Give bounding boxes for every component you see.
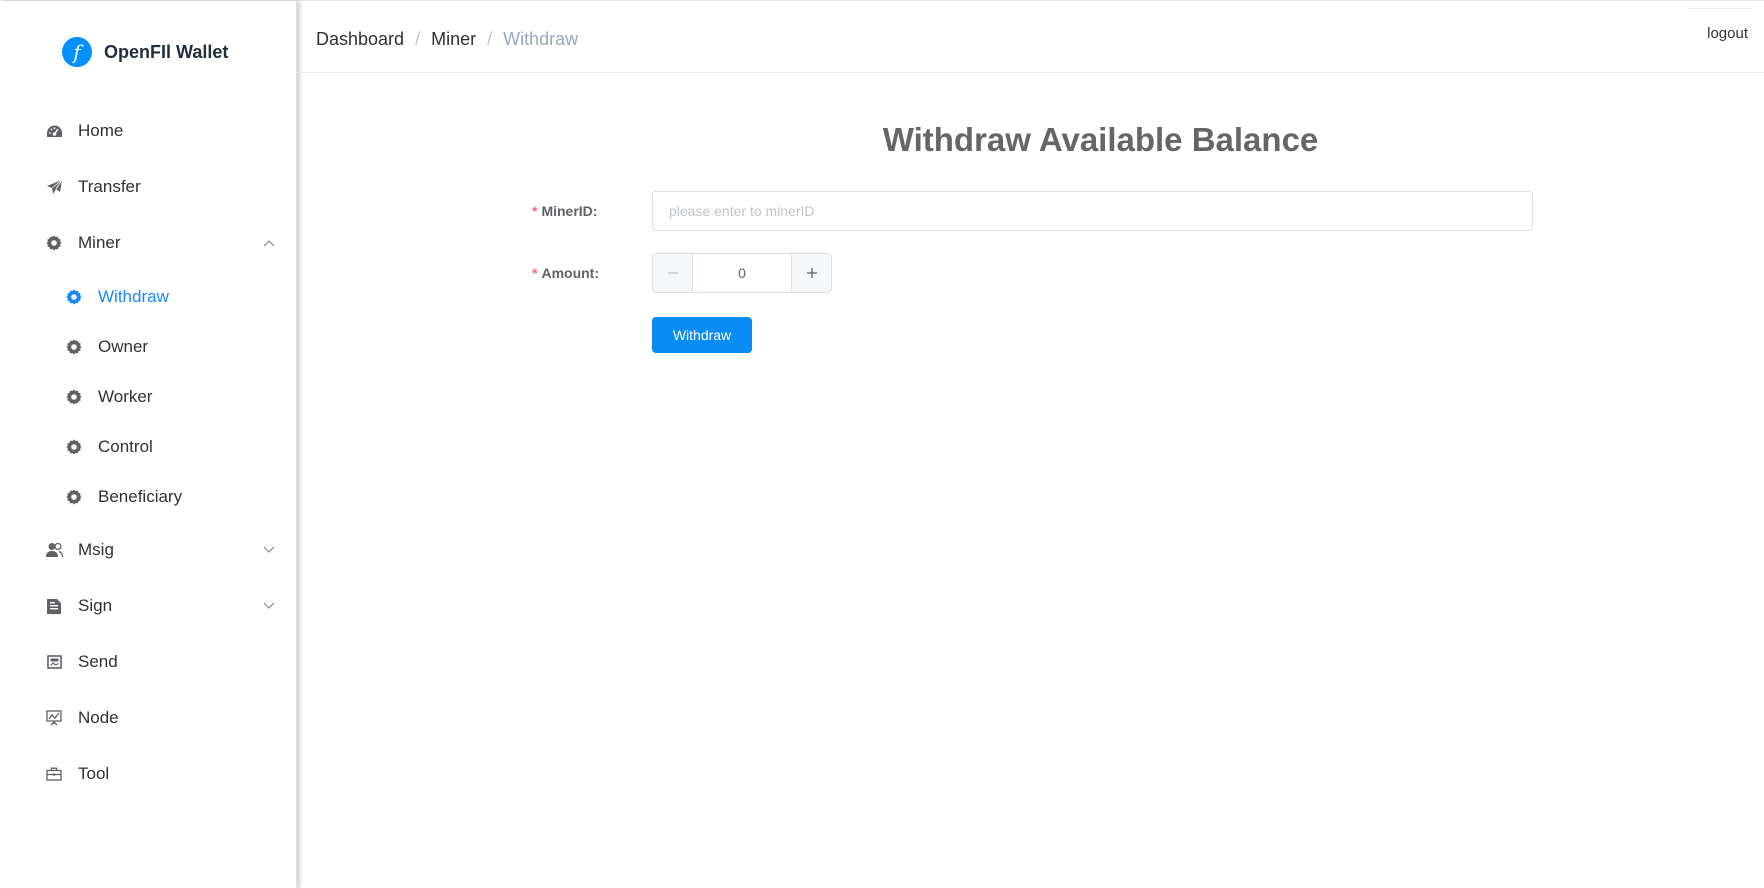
withdraw-button[interactable]: Withdraw: [652, 317, 752, 353]
sidebar-item-label: Sign: [78, 596, 113, 615]
top-navbar: Dashboard / Miner / Withdraw logout: [297, 1, 1764, 73]
breadcrumb-separator: /: [415, 29, 421, 49]
sidebar-item-label: Send: [78, 652, 118, 671]
document-icon: [45, 597, 63, 615]
brand-name: OpenFIl Wallet: [104, 41, 229, 62]
toolbox-icon: [45, 765, 63, 783]
amount-stepper: 0: [652, 253, 832, 293]
sidebar-item-send[interactable]: Send: [0, 634, 297, 690]
image-card-icon: [45, 653, 63, 671]
sidebar-item-label: Withdraw: [98, 287, 169, 306]
amount-value[interactable]: 0: [693, 254, 791, 292]
sidebar-item-sign[interactable]: Sign: [0, 578, 297, 634]
chevron-down-icon: [262, 543, 276, 557]
sidebar-item-home[interactable]: Home: [0, 103, 297, 159]
sidebar-subitem-withdraw[interactable]: Withdraw: [0, 272, 297, 322]
gear-icon: [65, 288, 83, 306]
required-mark: *: [532, 203, 538, 219]
chevron-up-icon: [262, 236, 276, 250]
paper-plane-icon: [45, 178, 63, 196]
sidebar-item-label: Control: [98, 437, 153, 456]
amount-label: * Amount:: [532, 265, 599, 281]
gear-icon: [45, 234, 63, 252]
breadcrumb-separator: /: [487, 29, 493, 49]
sidebar-item-miner[interactable]: Miner: [0, 215, 297, 271]
minerid-label: * MinerID:: [532, 203, 597, 219]
dashboard-icon: [45, 122, 63, 140]
required-mark: *: [532, 265, 538, 281]
gear-icon: [65, 488, 83, 506]
minerid-input[interactable]: [652, 191, 1533, 231]
gear-icon: [65, 338, 83, 356]
sidebar-subitem-beneficiary[interactable]: Beneficiary: [0, 472, 297, 522]
sidebar-item-msig[interactable]: Msig: [0, 522, 297, 578]
sidebar-item-label: Miner: [78, 233, 121, 252]
brand[interactable]: f OpenFIl Wallet: [62, 37, 228, 67]
page-title: Withdraw Available Balance: [882, 121, 1319, 158]
sidebar-item-tool[interactable]: Tool: [0, 746, 297, 802]
minerid-label-text: MinerID:: [541, 203, 598, 219]
sidebar-item-label: Worker: [98, 387, 153, 406]
chevron-down-icon: [262, 599, 276, 613]
breadcrumb: Dashboard / Miner / Withdraw: [316, 29, 578, 50]
breadcrumb-miner[interactable]: Miner: [431, 29, 476, 50]
breadcrumb-withdraw: Withdraw: [503, 29, 579, 49]
sidebar: f OpenFIl Wallet Home Transfer Miner Wit…: [0, 1, 297, 888]
sidebar-subitem-control[interactable]: Control: [0, 422, 297, 472]
sidebar-item-label: Node: [78, 708, 119, 727]
sidebar-item-label: Tool: [78, 764, 110, 783]
sidebar-subitem-worker[interactable]: Worker: [0, 372, 297, 422]
breadcrumb-dashboard[interactable]: Dashboard: [316, 29, 404, 50]
amount-label-text: Amount:: [541, 265, 599, 281]
sidebar-item-node[interactable]: Node: [0, 690, 297, 746]
decrement-button[interactable]: [653, 254, 693, 292]
minus-icon: [667, 272, 678, 274]
sidebar-item-label: Beneficiary: [98, 487, 183, 506]
sidebar-item-label: Home: [78, 121, 124, 140]
plus-icon: [806, 268, 817, 278]
sidebar-item-label: Transfer: [78, 177, 141, 196]
users-icon: [45, 541, 63, 559]
increment-button[interactable]: [791, 254, 831, 292]
gear-icon: [65, 388, 83, 406]
sidebar-item-transfer[interactable]: Transfer: [0, 159, 297, 215]
filecoin-logo-icon: f: [62, 37, 92, 67]
monitor-chart-icon: [45, 709, 63, 727]
sidebar-subitem-owner[interactable]: Owner: [0, 322, 297, 372]
sidebar-item-label: Msig: [78, 540, 114, 559]
sidebar-item-label: Owner: [98, 337, 149, 356]
gear-icon: [65, 438, 83, 456]
logout-button[interactable]: logout: [1687, 8, 1752, 42]
app-root: f OpenFIl Wallet Home Transfer Miner Wit…: [0, 0, 1764, 888]
